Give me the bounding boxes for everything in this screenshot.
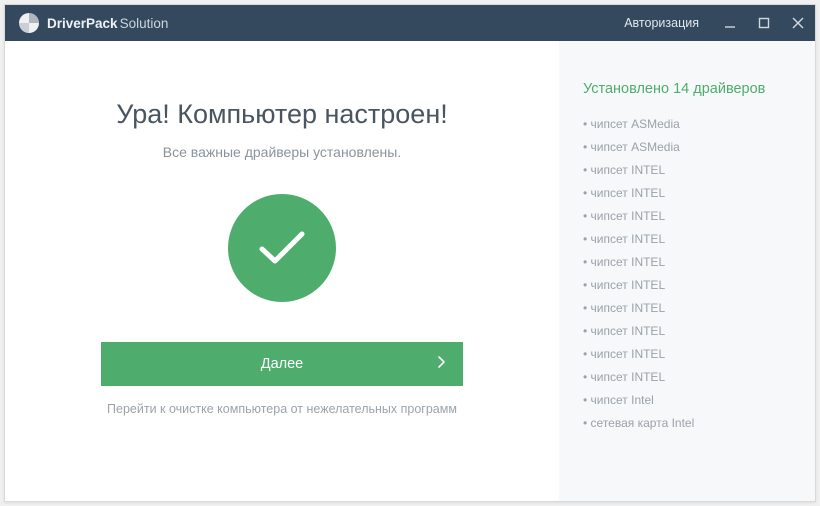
driver-list-item: чипсет INTEL <box>583 186 797 200</box>
main-panel: Ура! Компьютер настроен! Все важные драй… <box>5 41 559 501</box>
next-button[interactable]: Далее <box>101 342 463 386</box>
driver-list-item: чипсет INTEL <box>583 301 797 315</box>
driver-list-item: чипсет INTEL <box>583 163 797 177</box>
auth-link[interactable]: Авторизация <box>610 16 713 30</box>
driver-list-item: чипсет INTEL <box>583 209 797 223</box>
driver-list-item: чипсет Intel <box>583 393 797 407</box>
app-logo-icon <box>19 13 39 33</box>
titlebar: DriverPackSolution Авторизация <box>5 5 815 41</box>
chevron-right-icon <box>438 356 445 372</box>
next-button-label: Далее <box>261 356 303 372</box>
driver-list-item: чипсет INTEL <box>583 324 797 338</box>
app-title-light: Solution <box>120 16 169 31</box>
driver-list-item: чипсет ASMedia <box>583 117 797 131</box>
minimize-icon <box>724 17 736 29</box>
app-title: DriverPackSolution <box>47 16 168 31</box>
maximize-button[interactable] <box>747 5 781 41</box>
app-title-bold: DriverPack <box>47 16 118 31</box>
side-panel: Установлено 14 драйверов чипсет ASMediaч… <box>559 41 815 501</box>
driver-list-item: сетевая карта Intel <box>583 416 797 430</box>
success-check-icon <box>228 194 336 302</box>
driver-list-item: чипсет ASMedia <box>583 140 797 154</box>
maximize-icon <box>758 17 770 29</box>
content: Ура! Компьютер настроен! Все важные драй… <box>5 41 815 501</box>
headline: Ура! Компьютер настроен! <box>116 99 447 130</box>
subhead: Все важные драйверы установлены. <box>163 144 401 160</box>
close-button[interactable] <box>781 5 815 41</box>
driver-list-item: чипсет INTEL <box>583 347 797 361</box>
driver-list-item: чипсет INTEL <box>583 278 797 292</box>
app-window: DriverPackSolution Авторизация Ура! Комп… <box>4 4 816 502</box>
installed-count-title: Установлено 14 драйверов <box>583 81 797 97</box>
driver-list: чипсет ASMedia чипсет ASMedia чипсет INTEL… <box>583 117 797 430</box>
cleanup-link[interactable]: Перейти к очистке компьютера от нежелате… <box>107 402 457 416</box>
driver-list-item: чипсет INTEL <box>583 232 797 246</box>
close-icon <box>792 17 804 29</box>
driver-list-item: чипсет INTEL <box>583 255 797 269</box>
driver-list-item: чипсет INTEL <box>583 370 797 384</box>
minimize-button[interactable] <box>713 5 747 41</box>
